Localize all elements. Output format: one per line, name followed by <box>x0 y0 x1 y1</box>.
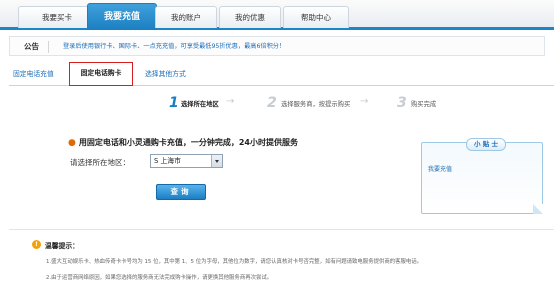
region-select[interactable]: S 上海市 <box>150 154 223 168</box>
sub-tabs: 固定电话充值 固定电话购卡 选择其他方式 <box>9 62 554 86</box>
notice-link[interactable]: 登录后使用银行卡、国际卡、一点充充值，可享受最低95折优惠，最高6倍积分！ <box>63 37 285 56</box>
warm-tip-line-2: 2.由于运营商网络原因，如果您选择的服务商无法完成购卡操作，请更换其他服务商再次… <box>46 275 273 281</box>
form-headline: ● 用固定电话和小灵通购卡充值，一分钟完成，24小时提供服务 <box>68 137 298 148</box>
tab-help-center[interactable]: 帮助中心 <box>283 6 349 28</box>
notice-bar: 公告 登录后使用银行卡、国际卡、一点充充值，可享受最低95折优惠，最高6倍积分！ <box>9 36 545 56</box>
warning-icon: ! <box>32 240 41 249</box>
step-arrow-icon: → <box>360 96 369 107</box>
notice-label: 公告 <box>24 42 39 51</box>
step-2-label: 选择服务商，按提示购买 <box>281 101 351 108</box>
step-arrow-icon: → <box>226 96 235 107</box>
tab-buy-card[interactable]: 我要买卡 <box>18 6 96 28</box>
chevron-down-icon[interactable] <box>211 155 222 167</box>
page-fold-decoration <box>533 204 543 214</box>
region-select-value: S 上海市 <box>154 157 181 165</box>
warm-tip-line-1: 1.盛大互动娱乐卡、热血传奇卡卡号均为 15 位，其中第 1、5 位为字母，其他… <box>46 259 423 265</box>
tips-box: 小 贴 士 我要充值 <box>421 138 543 214</box>
subtab-fixed-phone-buy-card[interactable]: 固定电话购卡 <box>69 62 133 86</box>
notice-divider <box>48 41 49 53</box>
step-1-number: 1 <box>169 95 179 111</box>
tab-my-offers[interactable]: 我的优惠 <box>219 6 281 28</box>
subtab-other-methods[interactable]: 选择其他方式 <box>145 67 186 81</box>
tips-recharge-link[interactable]: 我要充值 <box>428 164 452 173</box>
step-2-number: 2 <box>267 95 277 111</box>
bullet-icon: ● <box>68 138 76 148</box>
subtab-fixed-phone-recharge[interactable]: 固定电话充值 <box>13 67 54 81</box>
query-button[interactable]: 查询 <box>156 184 206 200</box>
step-3-label: 购买完成 <box>411 101 437 108</box>
region-label: 请选择所在地区： <box>70 158 130 167</box>
headline-text: 用固定电话和小灵通购卡充值，一分钟完成，24小时提供服务 <box>78 138 298 147</box>
section-divider <box>9 229 554 230</box>
tab-my-account[interactable]: 我的账户 <box>155 6 217 28</box>
top-navigation: 我要买卡 我要充值 我的账户 我的优惠 帮助中心 <box>0 0 554 30</box>
step-1-label: 选择所在地区 <box>181 101 219 108</box>
warm-tips-title: 温馨提示： <box>45 242 79 250</box>
tips-title: 小 贴 士 <box>466 138 506 151</box>
step-3-number: 3 <box>397 95 407 111</box>
tab-recharge[interactable]: 我要充值 <box>87 3 157 30</box>
